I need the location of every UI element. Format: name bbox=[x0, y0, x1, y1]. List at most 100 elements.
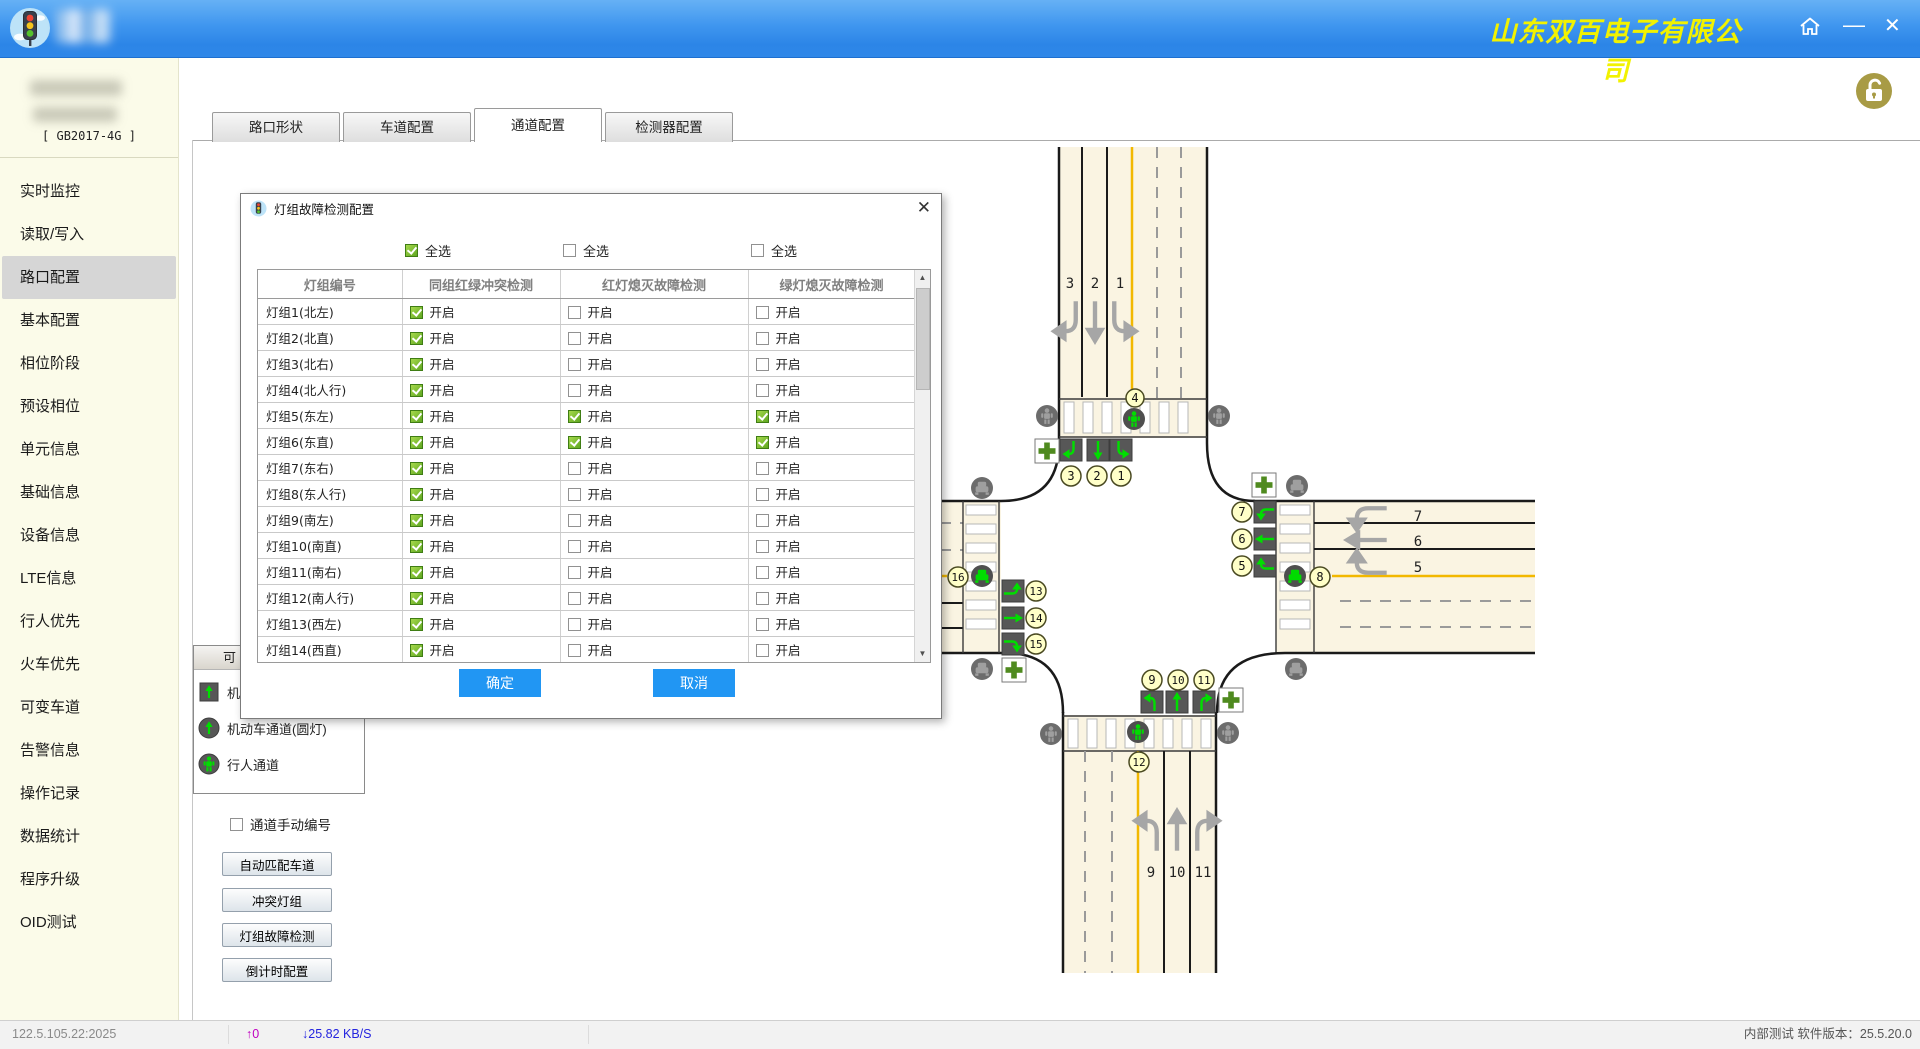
active-pedestrian-signal-icon[interactable] bbox=[1127, 721, 1149, 743]
signal-box[interactable] bbox=[1193, 691, 1215, 713]
sidebar-item-8[interactable]: 基础信息 bbox=[0, 471, 178, 514]
enable-checkbox[interactable] bbox=[756, 384, 769, 397]
enable-checkbox[interactable] bbox=[756, 514, 769, 527]
signal-number-circle-6[interactable]: 6 bbox=[1232, 529, 1252, 549]
enable-checkbox[interactable] bbox=[756, 644, 769, 657]
manual-number-checkbox[interactable] bbox=[230, 818, 243, 831]
tab-3[interactable]: 通道配置 bbox=[474, 108, 602, 142]
signal-number-circle-13[interactable]: 13 bbox=[1026, 581, 1046, 601]
minimize-icon[interactable]: — bbox=[1843, 12, 1865, 38]
enable-checkbox[interactable] bbox=[568, 358, 581, 371]
select-all-checkbox[interactable] bbox=[563, 244, 576, 257]
channel-button-1[interactable]: 自动匹配车道 bbox=[222, 852, 332, 876]
select-all-checkbox[interactable] bbox=[751, 244, 764, 257]
enable-checkbox[interactable] bbox=[410, 358, 423, 371]
enable-checkbox[interactable] bbox=[756, 332, 769, 345]
sidebar-item-15[interactable]: 操作记录 bbox=[0, 772, 178, 815]
enable-checkbox[interactable] bbox=[756, 566, 769, 579]
sidebar-item-10[interactable]: LTE信息 bbox=[0, 557, 178, 600]
tab-4[interactable]: 检测器配置 bbox=[605, 112, 733, 142]
tab-1[interactable]: 路口形状 bbox=[212, 112, 340, 142]
signal-number-circle-15[interactable]: 15 bbox=[1026, 634, 1046, 654]
enable-checkbox[interactable] bbox=[410, 332, 423, 345]
signal-number-circle-14[interactable]: 14 bbox=[1026, 608, 1046, 628]
enable-checkbox[interactable] bbox=[410, 592, 423, 605]
enable-checkbox[interactable] bbox=[568, 644, 581, 657]
ok-button[interactable]: 确定 bbox=[459, 669, 541, 697]
inactive-pedestrian-signal-icon[interactable] bbox=[1040, 723, 1062, 745]
signal-number-circle-11[interactable]: 11 bbox=[1194, 670, 1214, 690]
enable-checkbox[interactable] bbox=[568, 540, 581, 553]
enable-checkbox[interactable] bbox=[756, 436, 769, 449]
enable-checkbox[interactable] bbox=[568, 306, 581, 319]
enable-checkbox[interactable] bbox=[756, 306, 769, 319]
active-vehicle-signal-icon[interactable] bbox=[971, 565, 993, 587]
enable-checkbox[interactable] bbox=[756, 592, 769, 605]
enable-checkbox[interactable] bbox=[568, 410, 581, 423]
enable-checkbox[interactable] bbox=[568, 462, 581, 475]
inactive-pedestrian-signal-icon[interactable] bbox=[1208, 405, 1230, 427]
enable-checkbox[interactable] bbox=[410, 618, 423, 631]
inactive-pedestrian-signal-icon[interactable] bbox=[1036, 405, 1058, 427]
sidebar-item-14[interactable]: 告警信息 bbox=[0, 729, 178, 772]
dialog-close-icon[interactable]: ✕ bbox=[917, 198, 931, 218]
signal-box[interactable] bbox=[1002, 580, 1024, 602]
add-channel-button[interactable] bbox=[1035, 439, 1059, 463]
channel-button-4[interactable]: 倒计时配置 bbox=[222, 958, 332, 982]
inactive-vehicle-signal-icon[interactable] bbox=[1286, 475, 1308, 497]
tab-2[interactable]: 车道配置 bbox=[343, 112, 471, 142]
unlock-icon[interactable] bbox=[1856, 73, 1892, 109]
sidebar-item-11[interactable]: 行人优先 bbox=[0, 600, 178, 643]
enable-checkbox[interactable] bbox=[756, 540, 769, 553]
close-icon[interactable]: ✕ bbox=[1884, 13, 1901, 38]
enable-checkbox[interactable] bbox=[568, 436, 581, 449]
signal-box[interactable] bbox=[1002, 607, 1024, 629]
sidebar-item-17[interactable]: 程序升级 bbox=[0, 858, 178, 901]
enable-checkbox[interactable] bbox=[410, 436, 423, 449]
signal-number-circle-7[interactable]: 7 bbox=[1232, 502, 1252, 522]
enable-checkbox[interactable] bbox=[568, 592, 581, 605]
enable-checkbox[interactable] bbox=[410, 410, 423, 423]
sidebar-item-9[interactable]: 设备信息 bbox=[0, 514, 178, 557]
legend-item-3[interactable]: 行人通道 bbox=[194, 749, 364, 779]
channel-button-2[interactable]: 冲突灯组 bbox=[222, 888, 332, 912]
signal-number-circle-3[interactable]: 3 bbox=[1061, 466, 1081, 486]
add-channel-button[interactable] bbox=[1252, 473, 1276, 497]
signal-number-circle-10[interactable]: 10 bbox=[1168, 670, 1188, 690]
inactive-vehicle-signal-icon[interactable] bbox=[971, 658, 993, 680]
add-channel-button[interactable] bbox=[1219, 688, 1243, 712]
signal-number-circle-8[interactable]: 8 bbox=[1310, 567, 1330, 587]
signal-box[interactable] bbox=[1087, 439, 1109, 461]
enable-checkbox[interactable] bbox=[410, 644, 423, 657]
enable-checkbox[interactable] bbox=[756, 462, 769, 475]
scroll-down-icon[interactable]: ▼ bbox=[915, 646, 930, 662]
home-icon[interactable] bbox=[1798, 15, 1822, 37]
add-channel-button[interactable] bbox=[1002, 658, 1026, 682]
scroll-thumb[interactable] bbox=[916, 288, 930, 390]
signal-box[interactable] bbox=[1002, 633, 1024, 655]
sidebar-item-3[interactable]: 路口配置 bbox=[2, 256, 176, 299]
sidebar-item-12[interactable]: 火车优先 bbox=[0, 643, 178, 686]
inactive-vehicle-signal-icon[interactable] bbox=[971, 477, 993, 499]
signal-box[interactable] bbox=[1254, 528, 1276, 550]
active-vehicle-signal-icon[interactable] bbox=[1284, 565, 1306, 587]
signal-number-circle-1[interactable]: 1 bbox=[1111, 466, 1131, 486]
enable-checkbox[interactable] bbox=[410, 540, 423, 553]
enable-checkbox[interactable] bbox=[568, 618, 581, 631]
signal-box[interactable] bbox=[1110, 439, 1132, 461]
signal-number-circle-12[interactable]: 12 bbox=[1129, 752, 1149, 772]
signal-box[interactable] bbox=[1254, 501, 1276, 523]
sidebar-item-5[interactable]: 相位阶段 bbox=[0, 342, 178, 385]
enable-checkbox[interactable] bbox=[410, 384, 423, 397]
sidebar-item-7[interactable]: 单元信息 bbox=[0, 428, 178, 471]
enable-checkbox[interactable] bbox=[410, 306, 423, 319]
scroll-up-icon[interactable]: ▲ bbox=[915, 270, 930, 286]
enable-checkbox[interactable] bbox=[568, 566, 581, 579]
enable-checkbox[interactable] bbox=[410, 514, 423, 527]
sidebar-item-6[interactable]: 预设相位 bbox=[0, 385, 178, 428]
signal-number-circle-2[interactable]: 2 bbox=[1087, 466, 1107, 486]
signal-number-circle-16[interactable]: 16 bbox=[948, 567, 968, 587]
enable-checkbox[interactable] bbox=[568, 384, 581, 397]
sidebar-item-1[interactable]: 实时监控 bbox=[0, 170, 178, 213]
signal-box[interactable] bbox=[1166, 691, 1188, 713]
